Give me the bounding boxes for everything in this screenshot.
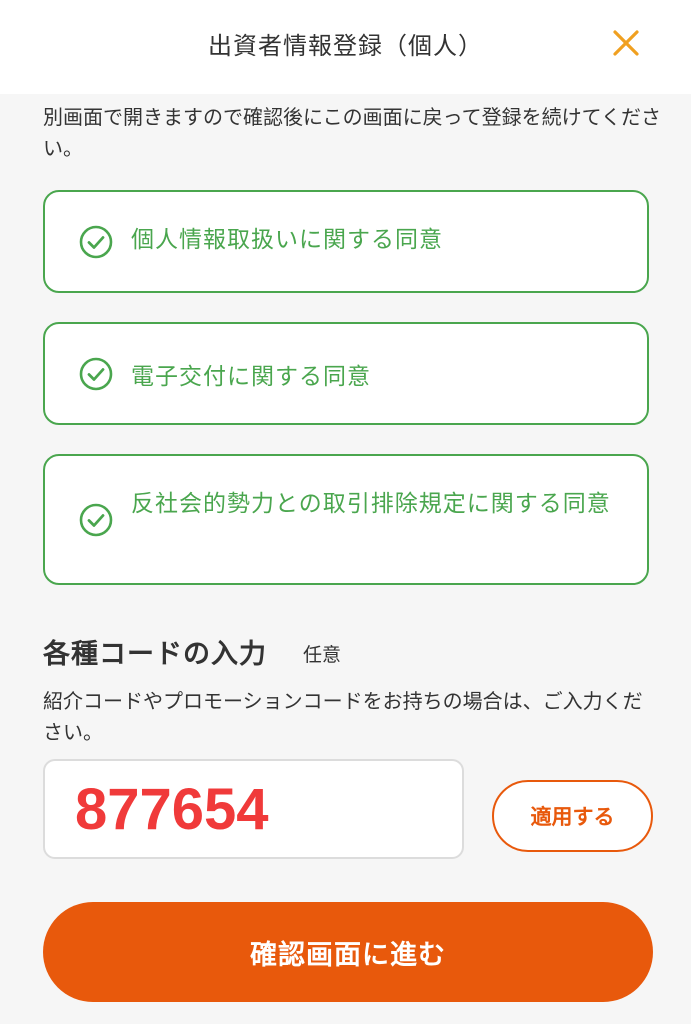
optional-badge: 任意 <box>303 644 342 666</box>
proceed-to-confirm-button[interactable]: 確認画面に進む <box>43 902 653 1002</box>
consent-label: 電子交付に関する同意 <box>131 364 371 390</box>
check-circle-icon <box>79 503 113 537</box>
consent-electronic-delivery[interactable]: 電子交付に関する同意 <box>43 322 649 425</box>
consent-personal-info[interactable]: 個人情報取扱いに関する同意 <box>43 190 649 293</box>
check-circle-icon <box>79 357 113 391</box>
consent-antisocial-exclusion[interactable]: 反社会的勢力との取引排除規定に関する同意 <box>43 454 649 585</box>
apply-code-button[interactable]: 適用する <box>492 780 653 852</box>
consent-label: 個人情報取扱いに関する同意 <box>131 227 443 253</box>
page-title: 出資者情報登録（個人） <box>208 32 483 60</box>
header-bar: 出資者情報登録（個人） <box>0 0 691 94</box>
close-button[interactable] <box>609 26 643 60</box>
check-circle-icon <box>79 225 113 259</box>
code-description: 紹介コードやプロモーションコードをお持ちの場合は、ご入力ください。 <box>43 689 643 744</box>
promo-code-input[interactable] <box>43 759 464 859</box>
consent-label: 反社会的勢力との取引排除規定に関する同意 <box>131 491 611 517</box>
registration-page: 出資者情報登録（個人） 別画面で開きますので確認後にこの画面に戻って登録を続けて… <box>0 0 691 1024</box>
code-section-title: 各種コードの入力 <box>43 639 267 670</box>
close-icon <box>613 30 639 56</box>
reopen-note: 別画面で開きますので確認後にこの画面に戻って登録を続けてください。 <box>43 105 661 160</box>
